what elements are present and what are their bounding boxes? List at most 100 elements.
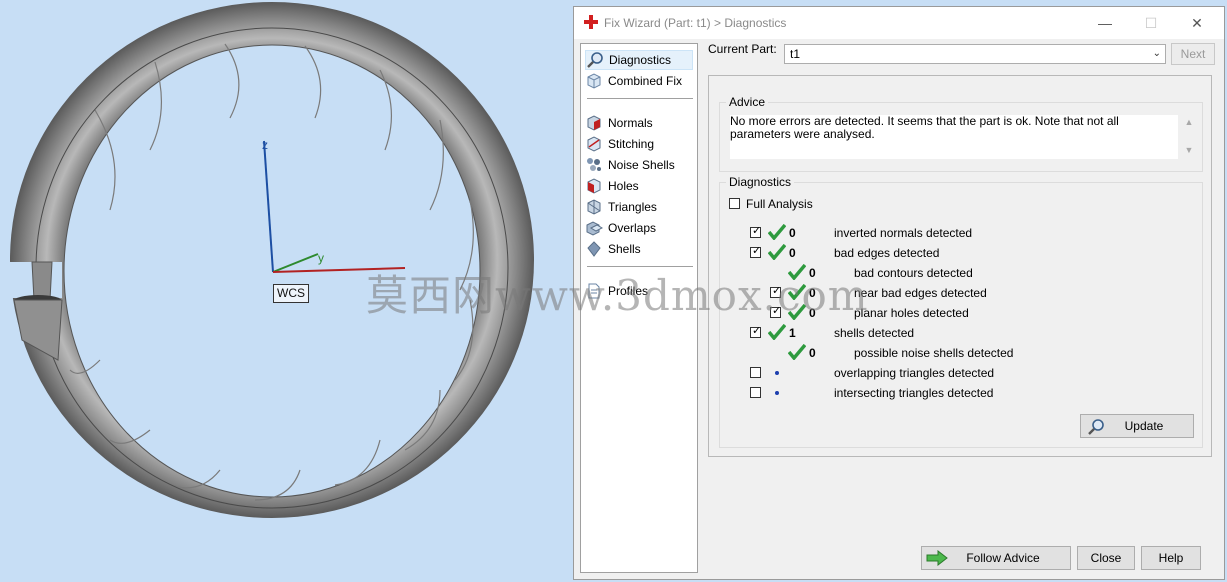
diagnostic-checkbox[interactable] [750, 367, 761, 378]
green-check-icon [768, 244, 786, 260]
fix-wizard-window: Fix Wizard (Part: t1) > Diagnostics — ☐ … [573, 6, 1225, 580]
diagnostics-group: Diagnostics Full Analysis ✓ 0 inverted nor… [719, 175, 1203, 448]
pending-dot-icon [775, 391, 779, 395]
diagnostic-checkbox[interactable]: ✓ [770, 305, 782, 318]
sidebar-item-label: Normals [608, 116, 653, 130]
diagnostic-checkbox[interactable]: ✓ [750, 225, 762, 238]
sidebar-item-holes[interactable]: Holes [585, 176, 693, 196]
diagnostic-count: 0 [789, 226, 796, 240]
3d-viewport[interactable]: z y WCS [0, 0, 572, 582]
ring-gap [0, 262, 62, 298]
sidebar-divider [587, 98, 693, 99]
sidebar-item-combined-fix[interactable]: Combined Fix [585, 71, 693, 91]
follow-advice-button[interactable]: Follow Advice [921, 546, 1071, 570]
diagnostic-count: 0 [809, 346, 816, 360]
minimize-button[interactable]: — [1082, 7, 1128, 39]
current-part-label: Current Part: [708, 42, 777, 56]
advice-scrollbar[interactable]: ▲ ▼ [1182, 117, 1196, 161]
close-button[interactable]: Close [1077, 546, 1135, 570]
scroll-up-icon[interactable]: ▲ [1182, 117, 1196, 127]
overlaps-icon [586, 221, 603, 236]
diagnostic-label: near bad edges detected [854, 286, 987, 300]
red-cross-icon [584, 15, 598, 29]
diagnostics-title: Diagnostics [726, 175, 795, 189]
ring-end-upper [31, 261, 53, 301]
update-label: Update [1124, 419, 1164, 433]
sidebar-item-diagnostics[interactable]: Diagnostics [585, 50, 693, 70]
green-check-icon [788, 344, 806, 360]
pending-dot-icon [775, 371, 779, 375]
sidebar-item-triangles[interactable]: Triangles [585, 197, 693, 217]
diagnostic-count: 0 [809, 286, 816, 300]
y-axis-label: y [318, 251, 324, 265]
diagnostic-label: inverted normals detected [834, 226, 973, 240]
diagnostic-label: overlapping triangles detected [834, 366, 995, 380]
sidebar-item-label: Overlaps [608, 221, 657, 235]
diagnostic-label: bad edges detected [834, 246, 940, 260]
sidebar-item-label: Diagnostics [609, 53, 672, 67]
diagnostics-panel: Advice No more errors are detected. It s… [708, 75, 1212, 457]
diagnostic-count: 0 [809, 306, 816, 320]
diagnostic-label: intersecting triangles detected [834, 386, 994, 400]
green-check-icon [788, 284, 806, 300]
cube-icon [587, 73, 601, 89]
diagnostic-checkbox[interactable]: ✓ [750, 245, 762, 258]
diagnostic-checkbox[interactable]: ✓ [750, 325, 762, 338]
stitching-icon [587, 136, 601, 152]
diagnostic-count: 0 [809, 266, 816, 280]
diagnostic-count: 1 [789, 326, 796, 340]
diagnostic-label: planar holes detected [854, 306, 969, 320]
help-button[interactable]: Help [1141, 546, 1201, 570]
green-check-icon [788, 304, 806, 320]
diagnostic-checkbox[interactable]: ✓ [770, 285, 782, 298]
advice-title: Advice [726, 95, 769, 109]
follow-advice-label: Follow Advice [966, 551, 1040, 565]
sidebar-item-stitching[interactable]: Stitching [585, 134, 693, 154]
current-part-value: t1 [790, 47, 801, 61]
sidebar-item-label: Stitching [608, 137, 655, 151]
holes-icon [587, 178, 601, 194]
update-button[interactable]: Update [1080, 414, 1194, 438]
wcs-label: WCS [273, 284, 309, 303]
sidebar-item-label: Combined Fix [608, 74, 683, 88]
checkmark-icon: ✓ [752, 325, 762, 337]
checkmark-icon: ✓ [752, 245, 762, 257]
sidebar-item-shells[interactable]: Shells [585, 239, 693, 259]
shells-icon [587, 241, 601, 257]
green-check-icon [768, 324, 786, 340]
scroll-down-icon[interactable]: ▼ [1182, 145, 1196, 155]
profiles-icon [588, 283, 600, 299]
full-analysis-checkbox[interactable] [729, 198, 740, 209]
sidebar-item-normals[interactable]: Normals [585, 113, 693, 133]
diagnostic-label: possible noise shells detected [854, 346, 1014, 360]
diagnostic-label: bad contours detected [854, 266, 973, 280]
sidebar-item-noise-shells[interactable]: Noise Shells [585, 155, 693, 175]
title-bar[interactable]: Fix Wizard (Part: t1) > Diagnostics — ☐ … [574, 7, 1224, 39]
green-check-icon [788, 264, 806, 280]
current-part-select[interactable]: t1 ⌄ [784, 44, 1166, 64]
green-arrow-icon [926, 550, 948, 566]
maximize-button[interactable]: ☐ [1128, 7, 1174, 39]
sidebar-item-label: Noise Shells [608, 158, 675, 172]
magnifier-icon [587, 52, 603, 68]
close-window-button[interactable]: ✕ [1174, 7, 1220, 39]
sidebar-item-profiles[interactable]: Profiles [585, 281, 693, 301]
sidebar-item-label: Triangles [608, 200, 657, 214]
diagnostic-count: 0 [789, 246, 796, 260]
diagnostic-label: shells detected [834, 326, 915, 340]
normals-cube-icon [587, 115, 601, 131]
wizard-sidebar: Diagnostics Combined Fix Normals Stitchi… [580, 43, 698, 573]
checkmark-icon: ✓ [772, 285, 782, 297]
sidebar-item-label: Holes [608, 179, 639, 193]
chevron-down-icon: ⌄ [1152, 48, 1161, 59]
checkmark-icon: ✓ [772, 305, 782, 317]
sidebar-item-label: Shells [608, 242, 641, 256]
green-check-icon [768, 224, 786, 240]
advice-group: Advice No more errors are detected. It s… [719, 95, 1203, 172]
next-button[interactable]: Next [1171, 43, 1215, 65]
triangles-icon [587, 199, 601, 215]
diagnostic-checkbox[interactable] [750, 387, 761, 398]
sidebar-item-overlaps[interactable]: Overlaps [585, 218, 693, 238]
checkmark-icon: ✓ [752, 225, 762, 237]
full-analysis-label: Full Analysis [746, 197, 813, 211]
